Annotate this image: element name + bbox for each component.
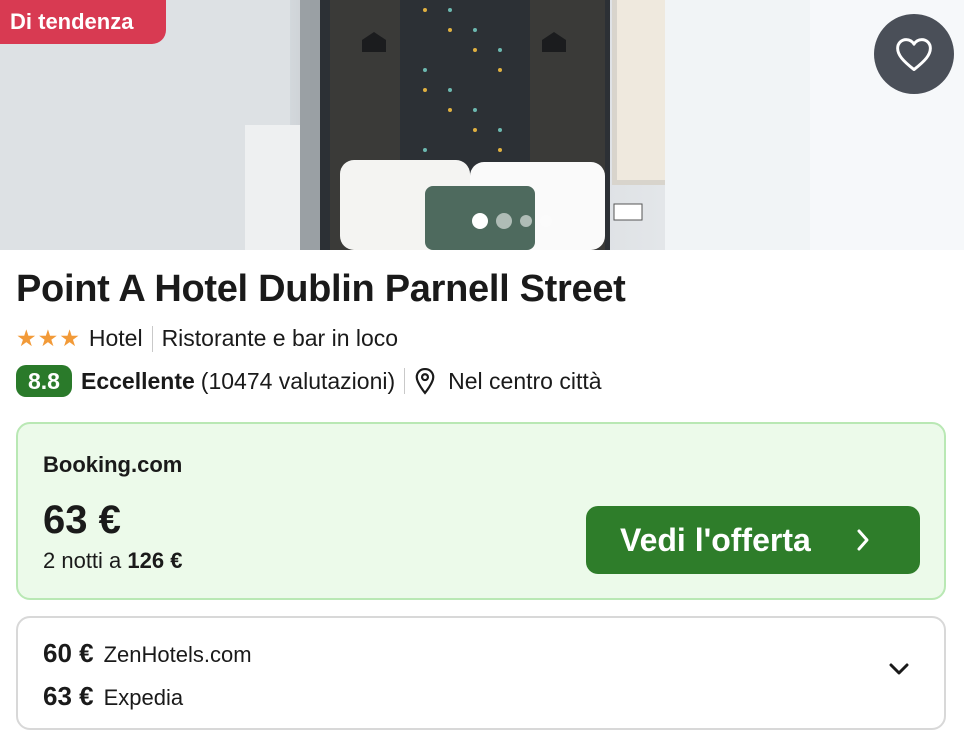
hotel-type: Hotel	[88, 325, 143, 351]
divider	[404, 368, 406, 394]
trending-badge: Di tendenza	[0, 0, 166, 44]
divider	[151, 325, 153, 352]
other-offer-row[interactable]: 63 € Expedia	[43, 681, 183, 712]
other-offer-price: 63 €	[43, 681, 94, 711]
best-offer-card[interactable]: Booking.com 63 € 2 notti a 126 € Vedi l'…	[16, 422, 946, 600]
rating-label: Eccellente	[80, 367, 195, 394]
review-count: (10474 valutazioni)	[200, 367, 396, 394]
carousel-dot[interactable]	[520, 215, 532, 227]
hotel-meta: ★★★ Hotel Ristorante e bar in loco	[16, 325, 398, 352]
carousel-dot[interactable]	[540, 215, 552, 227]
other-offer-price: 60 €	[43, 638, 94, 668]
hotel-title[interactable]: Point A Hotel Dublin Parnell Street	[16, 268, 626, 311]
image-carousel-dots	[472, 213, 552, 229]
carousel-dot[interactable]	[496, 213, 512, 229]
view-deal-button[interactable]: Vedi l'offerta	[586, 506, 920, 574]
rating-row: 8.8 Eccellente (10474 valutazioni) Nel c…	[16, 364, 602, 398]
chevron-right-icon	[857, 529, 869, 551]
offer-total: 2 notti a 126 €	[43, 548, 182, 574]
view-deal-label: Vedi l'offerta	[620, 521, 811, 558]
nights-text: 2 notti a	[43, 548, 122, 573]
offer-price: 63 €	[43, 498, 121, 542]
map-pin-icon	[415, 367, 435, 395]
location-label: Nel centro città	[448, 367, 602, 394]
favorite-button[interactable]	[874, 14, 954, 94]
offer-provider: Booking.com	[43, 452, 183, 477]
carousel-dot[interactable]	[472, 213, 488, 229]
other-offer-provider: ZenHotels.com	[103, 642, 252, 667]
hotel-photo[interactable]: Di tendenza	[0, 0, 964, 250]
score-badge: 8.8	[16, 365, 72, 397]
other-offer-row[interactable]: 60 € ZenHotels.com	[43, 638, 252, 669]
other-offer-provider: Expedia	[103, 685, 184, 710]
total-price: 126 €	[127, 548, 183, 573]
star-rating-icon: ★★★	[16, 325, 81, 351]
hotel-amenity: Ristorante e bar in loco	[161, 325, 399, 351]
other-offers-card[interactable]: 60 € ZenHotels.com 63 € Expedia	[16, 616, 946, 730]
chevron-down-icon[interactable]	[888, 662, 910, 676]
heart-icon	[896, 38, 932, 72]
